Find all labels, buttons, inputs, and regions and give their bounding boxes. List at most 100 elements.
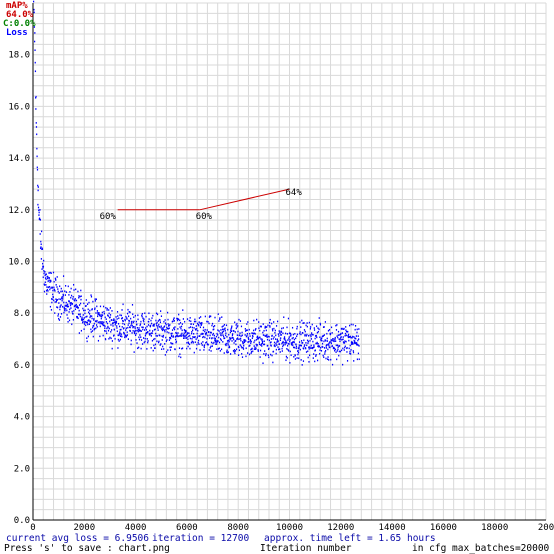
- loss-point: [148, 318, 150, 320]
- loss-point: [274, 338, 277, 340]
- loss-point: [209, 334, 211, 337]
- loss-point: [154, 347, 156, 349]
- loss-point: [258, 341, 260, 344]
- loss-point: [141, 326, 143, 329]
- x-tick-label: 18000: [481, 523, 508, 533]
- loss-point: [249, 332, 251, 335]
- loss-point: [299, 332, 301, 335]
- loss-point: [174, 348, 176, 351]
- loss-point: [229, 353, 232, 355]
- loss-point: [314, 349, 316, 352]
- loss-point: [121, 326, 123, 328]
- loss-point: [109, 316, 111, 319]
- loss-point: [211, 337, 213, 339]
- loss-point: [275, 352, 277, 355]
- loss-point: [39, 233, 41, 235]
- loss-point: [52, 289, 54, 292]
- loss-point: [164, 322, 167, 325]
- loss-point: [80, 295, 82, 298]
- loss-point: [275, 342, 277, 345]
- loss-point: [133, 316, 135, 319]
- loss-point: [189, 326, 192, 328]
- loss-point: [335, 324, 337, 327]
- loss-point: [211, 345, 213, 347]
- loss-point: [310, 326, 312, 328]
- loss-point: [129, 311, 131, 314]
- loss-point: [248, 338, 250, 341]
- loss-point: [252, 335, 254, 338]
- loss-point: [199, 326, 202, 329]
- loss-point: [170, 342, 172, 344]
- loss-point: [53, 286, 55, 289]
- loss-point: [96, 319, 98, 322]
- loss-point: [294, 358, 297, 360]
- loss-point: [294, 332, 296, 335]
- loss-point: [150, 335, 152, 337]
- map-data-label: 60%: [196, 212, 213, 222]
- x-tick-label: 14000: [379, 523, 406, 533]
- loss-point: [250, 352, 252, 355]
- loss-point: [308, 321, 310, 324]
- loss-point: [225, 324, 228, 327]
- loss-point: [91, 317, 93, 320]
- loss-point: [262, 362, 264, 365]
- loss-point: [329, 341, 331, 343]
- loss-point: [88, 301, 90, 304]
- loss-point: [33, 11, 35, 14]
- loss-point: [315, 353, 317, 356]
- loss-point: [48, 272, 50, 274]
- loss-point: [294, 346, 296, 349]
- loss-point: [215, 339, 217, 342]
- loss-point: [131, 332, 133, 334]
- loss-point: [93, 328, 96, 330]
- loss-point: [310, 335, 312, 338]
- loss-point: [345, 334, 347, 337]
- loss-point: [47, 290, 49, 292]
- loss-point: [266, 326, 268, 328]
- loss-point: [285, 340, 287, 342]
- loss-point: [156, 335, 158, 337]
- loss-point: [134, 330, 136, 333]
- loss-point: [304, 344, 306, 346]
- loss-point: [91, 308, 93, 310]
- loss-point: [305, 324, 307, 327]
- loss-point: [211, 324, 213, 327]
- loss-point: [267, 354, 269, 357]
- loss-point: [240, 339, 242, 342]
- loss-point: [95, 312, 97, 314]
- loss-point: [101, 314, 104, 316]
- loss-point: [138, 327, 140, 329]
- loss-point: [307, 334, 310, 337]
- loss-point: [77, 306, 79, 309]
- loss-point: [212, 342, 214, 345]
- loss-point: [218, 330, 220, 332]
- loss-point: [144, 312, 146, 315]
- loss-point: [33, 8, 35, 11]
- loss-point: [296, 357, 298, 359]
- loss-point: [290, 354, 292, 357]
- loss-point: [308, 348, 310, 350]
- loss-point: [156, 324, 158, 327]
- loss-point: [97, 315, 99, 318]
- loss-point: [133, 320, 135, 323]
- loss-point: [248, 340, 250, 343]
- loss-point: [191, 326, 194, 329]
- loss-point: [241, 331, 243, 334]
- loss-point: [147, 340, 149, 342]
- loss-point: [310, 347, 312, 350]
- loss-point: [126, 334, 128, 336]
- loss-point: [57, 315, 59, 317]
- loss-point: [141, 343, 144, 345]
- loss-point: [208, 322, 210, 325]
- loss-point: [219, 317, 221, 319]
- loss-point: [271, 334, 273, 337]
- loss-point: [241, 353, 243, 355]
- loss-point: [45, 284, 47, 286]
- loss-point: [102, 305, 105, 308]
- loss-point: [326, 344, 328, 346]
- loss-point: [224, 327, 226, 330]
- loss-point: [105, 318, 107, 320]
- loss-point: [68, 300, 70, 303]
- loss-point: [233, 350, 235, 353]
- loss-point: [253, 319, 255, 322]
